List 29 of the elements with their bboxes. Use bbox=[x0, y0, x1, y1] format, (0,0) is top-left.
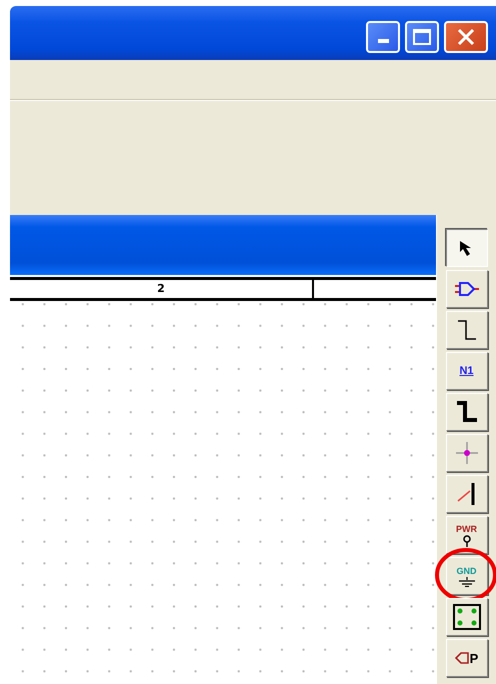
gate-tool-button[interactable] bbox=[446, 270, 488, 308]
netlabel-tool-button[interactable]: N1 bbox=[446, 352, 488, 390]
maximize-button[interactable] bbox=[405, 21, 439, 53]
wire-icon bbox=[456, 319, 476, 341]
junction-icon bbox=[454, 441, 478, 465]
select-tool-button[interactable] bbox=[446, 229, 488, 267]
ruler-label: 2 bbox=[10, 280, 314, 298]
bus-entry-icon bbox=[456, 481, 478, 507]
power-symbol-icon bbox=[462, 534, 472, 546]
close-button[interactable] bbox=[444, 21, 488, 53]
part-tool-button[interactable] bbox=[446, 598, 488, 636]
ground-symbol-icon bbox=[458, 576, 476, 586]
part-box-icon bbox=[452, 604, 480, 630]
net-label-text: N1 bbox=[459, 365, 474, 377]
bus-tool-button[interactable] bbox=[446, 393, 488, 431]
busentry-tool-button[interactable] bbox=[446, 475, 488, 513]
port-label: P bbox=[470, 650, 478, 666]
minimize-button[interactable] bbox=[366, 21, 400, 53]
power-label: PWR bbox=[456, 524, 477, 534]
maximize-icon bbox=[413, 29, 431, 45]
close-icon bbox=[457, 28, 475, 46]
bus-icon bbox=[456, 400, 478, 424]
minimize-icon bbox=[378, 39, 388, 43]
ground-label: GND bbox=[456, 566, 476, 576]
wire-tool-button[interactable] bbox=[446, 311, 488, 349]
gate-icon bbox=[454, 282, 480, 296]
port-icon bbox=[454, 652, 469, 664]
offpage-tool-button[interactable]: P bbox=[446, 639, 488, 677]
power-tool-button[interactable]: PWR bbox=[446, 516, 488, 554]
